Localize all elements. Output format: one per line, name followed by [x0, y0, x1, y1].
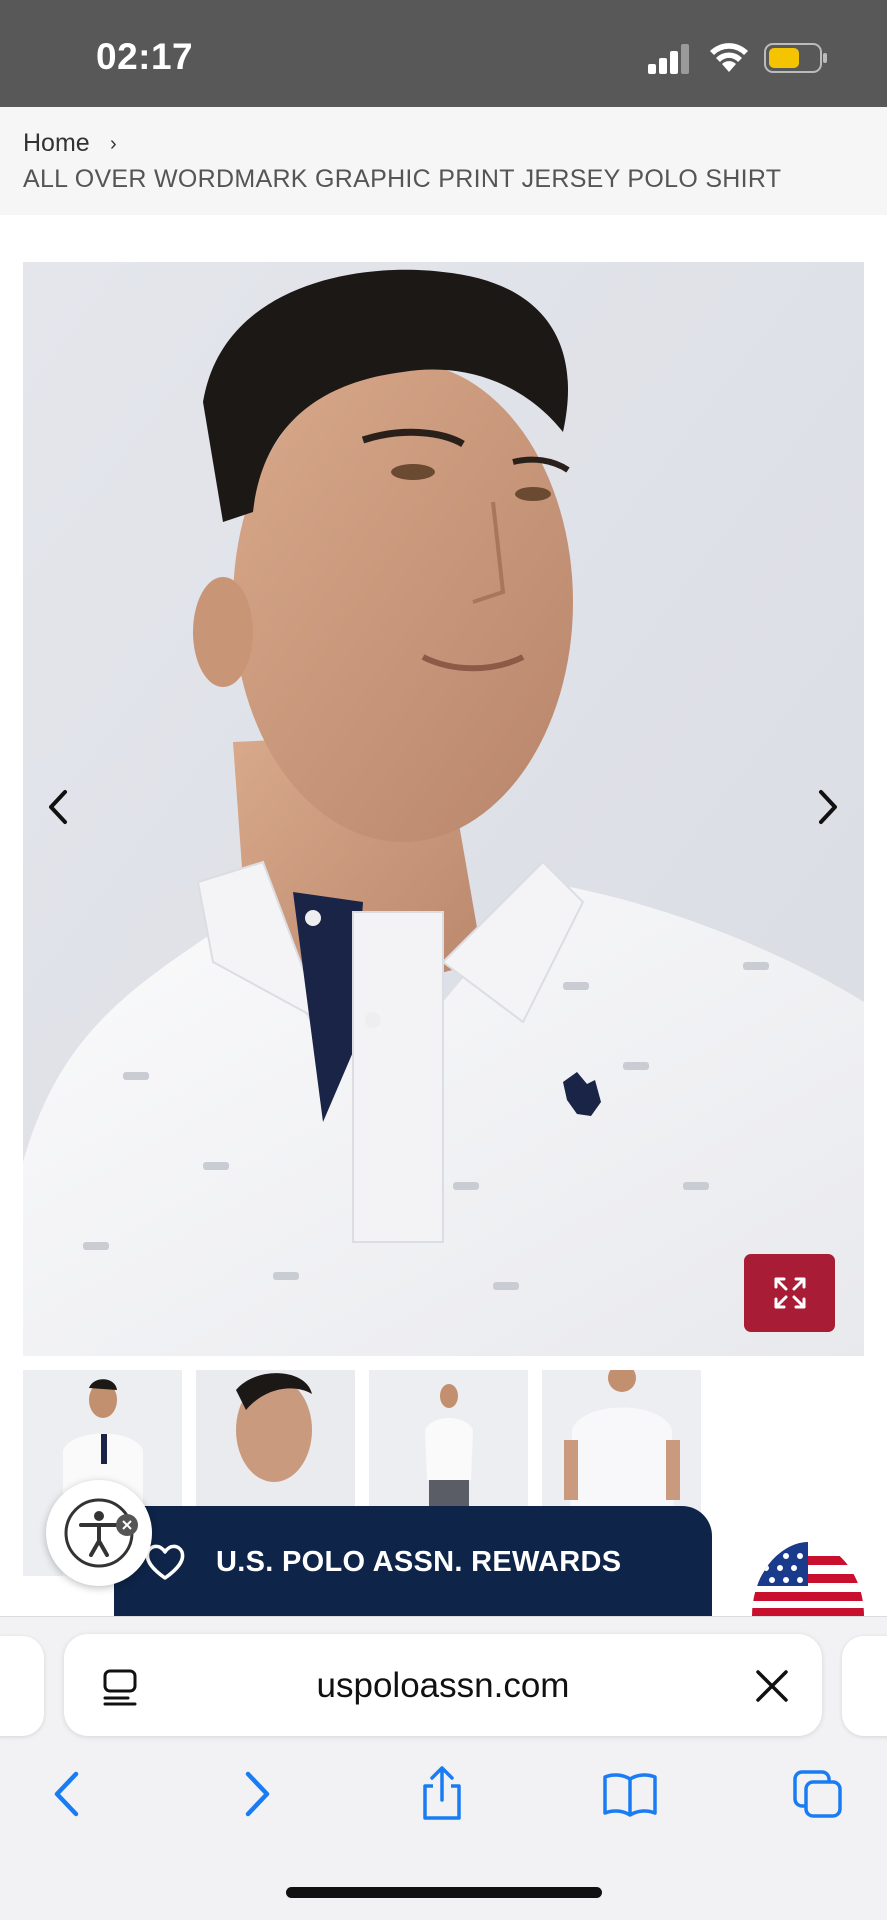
close-icon — [122, 1520, 132, 1530]
gallery-next-button[interactable] — [808, 785, 848, 829]
home-indicator — [286, 1887, 602, 1898]
breadcrumb-current: ALL OVER WORDMARK GRAPHIC PRINT JERSEY P… — [23, 165, 782, 193]
bookmarks-icon — [603, 1773, 657, 1817]
heart-icon — [145, 1544, 185, 1580]
product-main-image[interactable] — [23, 262, 864, 1356]
previous-tab-preview[interactable] — [0, 1636, 44, 1736]
breadcrumb: Home › ALL OVER WORDMARK GRAPHIC PRINT J… — [0, 107, 887, 215]
rewards-banner[interactable]: U.S. POLO ASSN. REWARDS — [114, 1506, 712, 1616]
us-flag-icon[interactable] — [752, 1542, 864, 1616]
tabs-button[interactable] — [790, 1768, 846, 1820]
zoom-button[interactable] — [744, 1254, 835, 1332]
gallery-prev-button[interactable] — [38, 785, 78, 829]
expand-icon — [774, 1277, 805, 1309]
rewards-label: U.S. POLO ASSN. REWARDS — [216, 1546, 622, 1578]
chevron-left-icon — [49, 790, 67, 824]
forward-icon — [245, 1771, 270, 1817]
close-icon[interactable] — [754, 1668, 790, 1704]
wifi-icon — [710, 43, 748, 72]
share-button[interactable] — [414, 1766, 470, 1820]
breadcrumb-home-link[interactable]: Home — [23, 129, 90, 158]
accessibility-button[interactable] — [46, 1480, 152, 1586]
next-tab-preview[interactable] — [842, 1636, 887, 1736]
status-time: 02:17 — [96, 36, 194, 77]
accessibility-close-button[interactable] — [116, 1514, 138, 1536]
breadcrumb-separator: › — [110, 133, 117, 155]
share-icon — [423, 1766, 461, 1820]
forward-button[interactable] — [230, 1768, 286, 1820]
back-icon — [54, 1771, 79, 1817]
bookmarks-button[interactable] — [602, 1768, 658, 1820]
back-button[interactable] — [38, 1768, 94, 1820]
address-bar[interactable]: uspoloassn.com — [64, 1634, 822, 1736]
chevron-right-icon — [819, 790, 837, 824]
battery-icon — [764, 43, 827, 73]
status-bar: 02:17 — [0, 0, 887, 107]
tabs-icon — [793, 1770, 842, 1818]
signal-icon — [648, 44, 689, 74]
url-text: uspoloassn.com — [316, 1666, 570, 1705]
page: 02:17 Home › ALL OVER WORDMARK GRAPHIC P… — [0, 0, 887, 1920]
